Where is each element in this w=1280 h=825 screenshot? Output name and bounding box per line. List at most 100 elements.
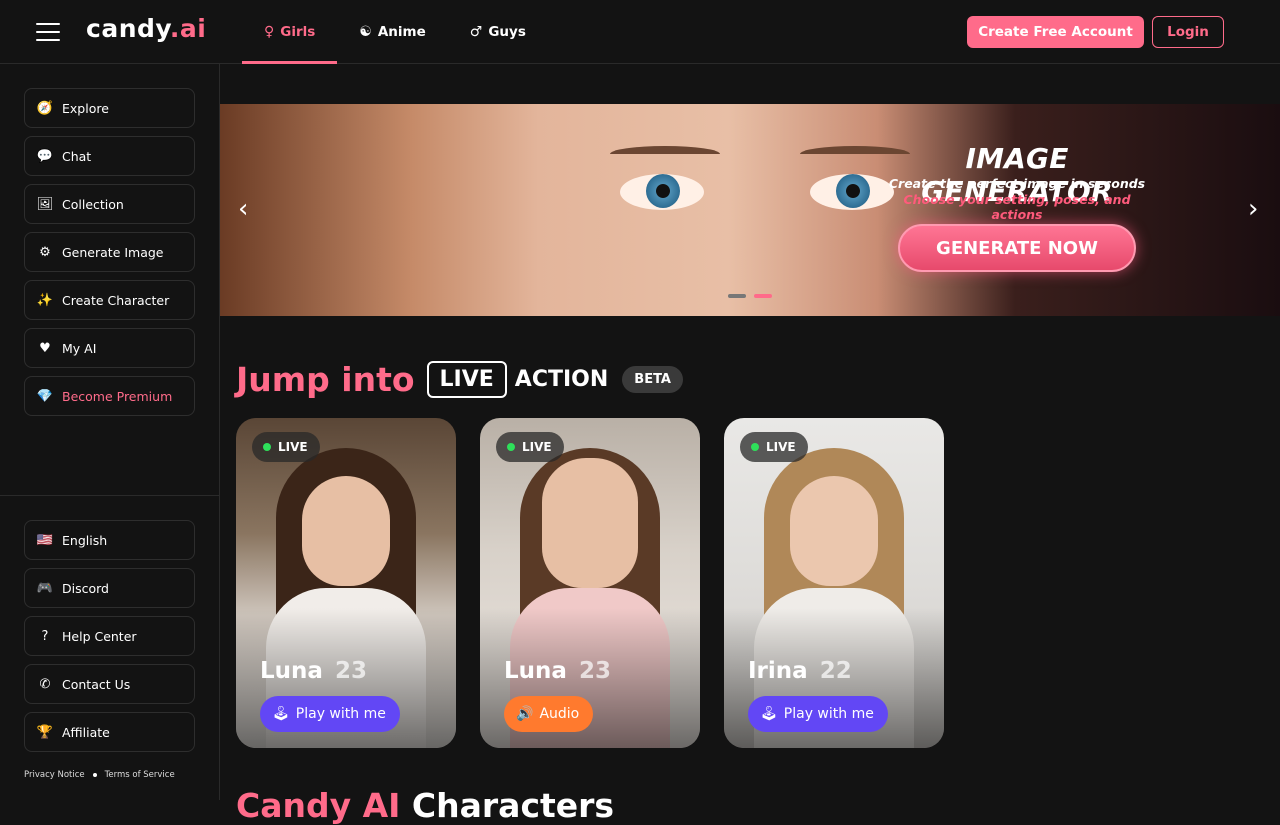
character-card[interactable]: LIVE Irina 22 🕹 Play with me bbox=[724, 418, 944, 748]
tab-label: Anime bbox=[377, 24, 426, 40]
sidebar-item-create-character[interactable]: ✨ Create Character bbox=[24, 280, 195, 320]
help-icon: ? bbox=[41, 628, 49, 644]
terms-of-service-link[interactable]: Terms of Service bbox=[105, 770, 175, 780]
banner-face-image bbox=[610, 146, 910, 224]
sidebar-item-generate-image[interactable]: ⚙ Generate Image bbox=[24, 232, 195, 272]
tab-label: Guys bbox=[488, 24, 526, 40]
live-badge-label: LIVE bbox=[278, 440, 308, 454]
button-label: Play with me bbox=[295, 706, 386, 722]
button-label: Audio bbox=[539, 706, 580, 722]
carousel-dot[interactable] bbox=[728, 294, 746, 298]
live-badge: LIVE bbox=[740, 432, 808, 462]
carousel-dot-active[interactable] bbox=[754, 294, 772, 298]
character-age: 22 bbox=[819, 658, 852, 684]
banner-subtitle-pink: Choose your setting, poses, and actions bbox=[903, 192, 1131, 222]
sidebar-item-my-ai[interactable]: ♥ My AI bbox=[24, 328, 195, 368]
category-tabs: ♀ Girls ☯ Anime ♂ Guys bbox=[242, 0, 548, 64]
tab-label: Girls bbox=[280, 24, 316, 40]
joystick-icon: 🕹 bbox=[272, 706, 290, 722]
sidebar-item-explore[interactable]: 🧭 Explore bbox=[24, 88, 195, 128]
trophy-icon: 🏆 bbox=[36, 724, 54, 740]
sidebar-item-label: Collection bbox=[62, 196, 124, 212]
footer-links: Privacy Notice Terms of Service bbox=[24, 770, 175, 780]
chat-icon: 💬 bbox=[36, 148, 54, 164]
iris bbox=[646, 174, 680, 208]
heading-jump-into: Jump into bbox=[236, 359, 415, 399]
banner-prev-arrow-icon[interactable]: ‹ bbox=[238, 196, 248, 222]
heading-action: ACTION bbox=[514, 366, 609, 392]
audio-button[interactable]: 🔊 Audio bbox=[504, 696, 594, 732]
eye-left bbox=[620, 174, 704, 210]
carousel-dots bbox=[728, 294, 772, 298]
sidebar-item-affiliate[interactable]: 🏆 Affiliate bbox=[24, 712, 195, 752]
us-flag-icon: 🇺🇸 bbox=[36, 532, 54, 548]
sidebar-item-label: Become Premium bbox=[62, 388, 173, 404]
sidebar: 🧭 Explore 💬 Chat 🖼 Collection ⚙ Generate… bbox=[0, 64, 220, 800]
card-portrait-face bbox=[542, 458, 638, 588]
play-with-me-button[interactable]: 🕹 Play with me bbox=[260, 696, 400, 732]
sidebar-item-label: Discord bbox=[62, 580, 109, 596]
image-icon: 🖼 bbox=[36, 196, 54, 212]
live-dot-icon bbox=[507, 443, 515, 451]
logo[interactable]: candy.ai bbox=[86, 14, 206, 43]
sidebar-item-label: Contact Us bbox=[62, 676, 131, 692]
button-label: Play with me bbox=[783, 706, 874, 722]
hero-banner[interactable]: ‹ › IMAGE GENERATOR Create the perfect i… bbox=[220, 104, 1280, 316]
sidebar-item-discord[interactable]: 🎮 Discord bbox=[24, 568, 195, 608]
sidebar-item-label: My AI bbox=[62, 340, 97, 356]
sidebar-item-label: Chat bbox=[62, 148, 92, 164]
card-portrait-face bbox=[790, 476, 878, 586]
sidebar-item-label: Create Character bbox=[62, 292, 170, 308]
live-dot-icon bbox=[751, 443, 759, 451]
live-badge: LIVE bbox=[252, 432, 320, 462]
magic-wand-icon: ✨ bbox=[36, 292, 54, 308]
language-selector[interactable]: 🇺🇸 English bbox=[24, 520, 195, 560]
tab-anime[interactable]: ☯ Anime bbox=[337, 0, 447, 64]
privacy-notice-link[interactable]: Privacy Notice bbox=[24, 770, 85, 780]
character-age: 23 bbox=[334, 658, 367, 684]
sidebar-item-label: Affiliate bbox=[62, 724, 110, 740]
joystick-icon: 🕹 bbox=[760, 706, 778, 722]
section-heading-characters: Candy AI Characters bbox=[236, 786, 614, 825]
generate-icon: ⚙ bbox=[39, 244, 51, 260]
iris bbox=[836, 174, 870, 208]
anime-icon: ☯ bbox=[359, 24, 372, 40]
banner-subtitle: Create the perfect image in seconds bbox=[888, 176, 1146, 191]
sidebar-item-collection[interactable]: 🖼 Collection bbox=[24, 184, 195, 224]
live-action-heading: Jump into LIVE ACTION BETA bbox=[236, 356, 683, 402]
generate-now-button[interactable]: GENERATE NOW bbox=[898, 224, 1136, 272]
create-free-account-button[interactable]: Create Free Account bbox=[967, 16, 1144, 48]
sidebar-item-become-premium[interactable]: 💎 Become Premium bbox=[24, 376, 195, 416]
sidebar-item-label: English bbox=[62, 532, 108, 548]
character-name: Luna bbox=[504, 658, 567, 684]
sidebar-item-label: Help Center bbox=[62, 628, 137, 644]
tab-girls[interactable]: ♀ Girls bbox=[242, 0, 338, 64]
card-name: Luna 23 bbox=[260, 658, 367, 684]
phone-icon: ✆ bbox=[39, 676, 51, 692]
character-card[interactable]: LIVE Luna 23 🔊 Audio bbox=[480, 418, 700, 748]
sidebar-item-help-center[interactable]: ? Help Center bbox=[24, 616, 195, 656]
bullet-separator bbox=[92, 773, 97, 777]
tab-guys[interactable]: ♂ Guys bbox=[448, 0, 548, 64]
card-name: Luna 23 bbox=[504, 658, 611, 684]
banner-next-arrow-icon[interactable]: › bbox=[1248, 196, 1258, 222]
sidebar-divider bbox=[0, 495, 219, 496]
login-button[interactable]: Login bbox=[1152, 16, 1224, 48]
male-icon: ♂ bbox=[469, 24, 483, 40]
sidebar-item-contact-us[interactable]: ✆ Contact Us bbox=[24, 664, 195, 704]
character-name: Luna bbox=[260, 658, 323, 684]
compass-icon: 🧭 bbox=[36, 100, 54, 116]
card-portrait-face bbox=[302, 476, 390, 586]
heart-icon: ♥ bbox=[39, 340, 51, 356]
discord-icon: 🎮 bbox=[36, 580, 54, 596]
live-badge: LIVE bbox=[496, 432, 564, 462]
sidebar-item-label: Generate Image bbox=[62, 244, 164, 260]
brow-left bbox=[610, 146, 720, 162]
character-age: 23 bbox=[578, 658, 611, 684]
speaker-icon: 🔊 bbox=[516, 706, 534, 722]
sidebar-item-chat[interactable]: 💬 Chat bbox=[24, 136, 195, 176]
sidebar-item-label: Explore bbox=[62, 100, 109, 116]
play-with-me-button[interactable]: 🕹 Play with me bbox=[748, 696, 888, 732]
hamburger-menu-icon[interactable] bbox=[36, 23, 60, 41]
character-card[interactable]: LIVE Luna 23 🕹 Play with me bbox=[236, 418, 456, 748]
